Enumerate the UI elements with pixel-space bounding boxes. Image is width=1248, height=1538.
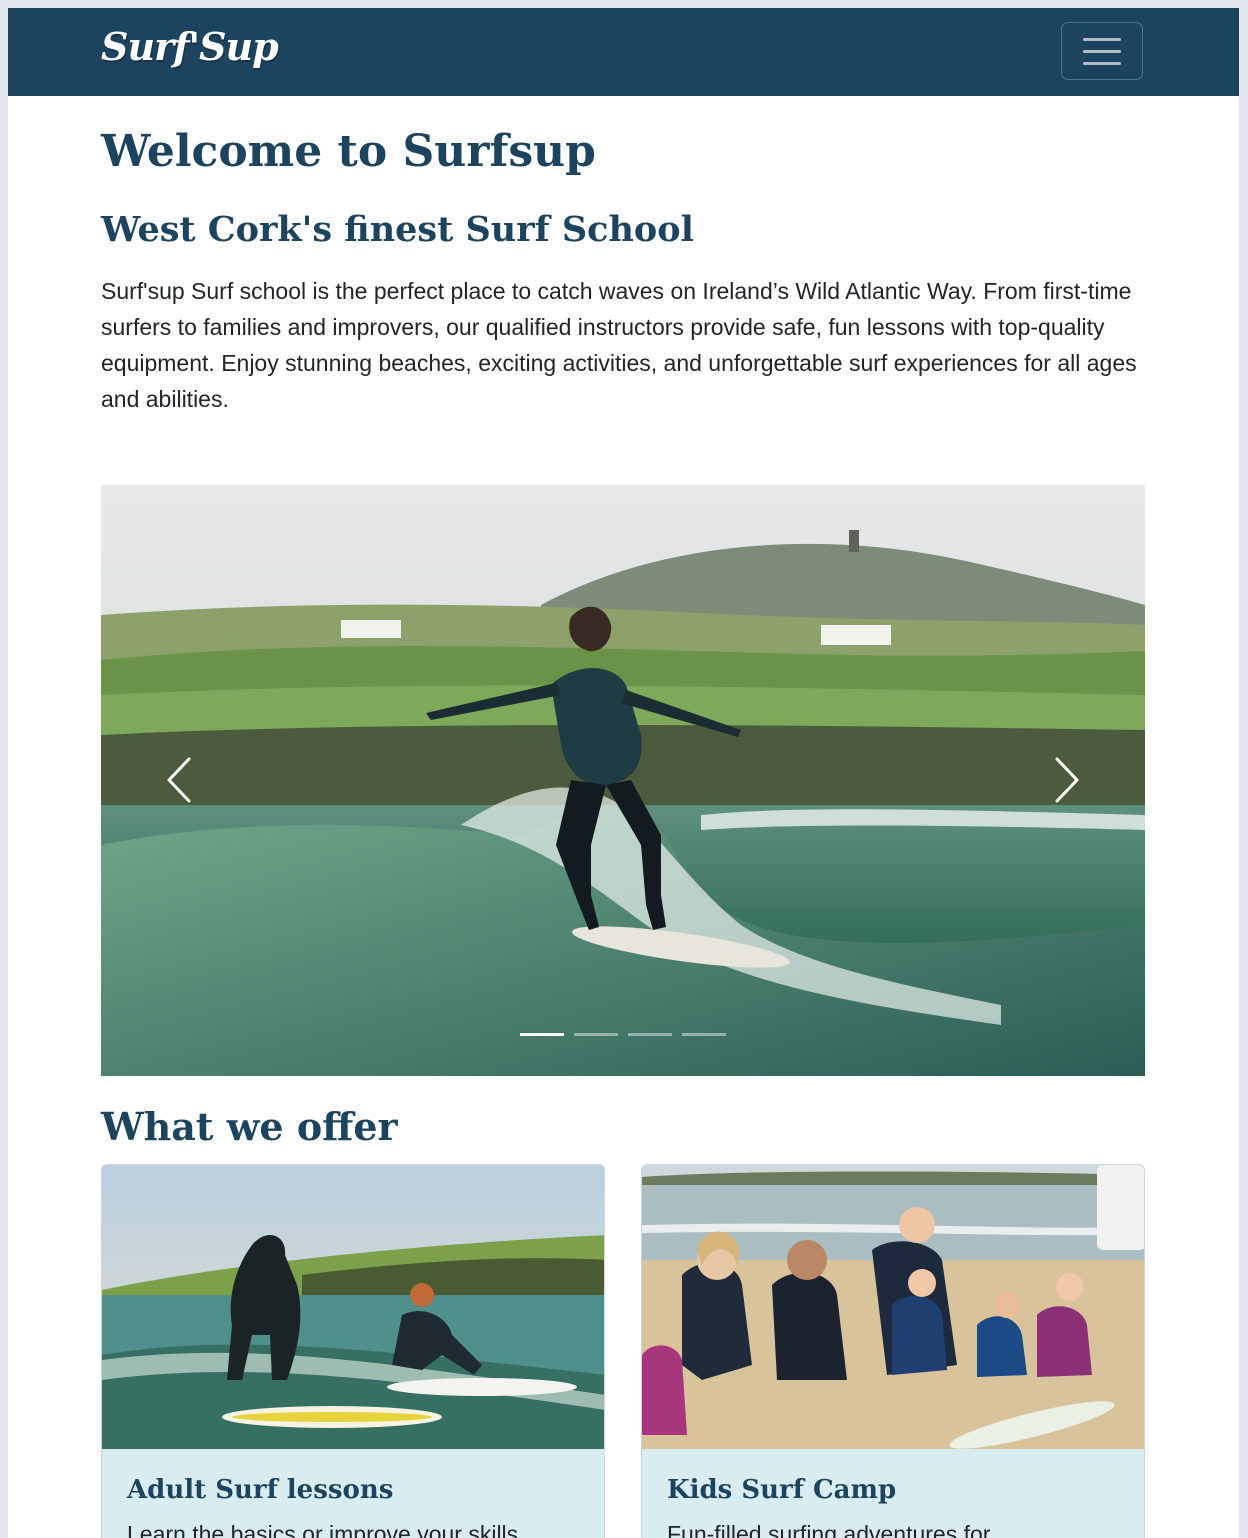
menu-bar [1083, 49, 1121, 53]
page: Surf'Sup Welcome to Surfsup West Cork's … [8, 8, 1239, 1538]
hamburger-menu-icon[interactable] [1061, 22, 1143, 80]
page-title: Welcome to Surfsup [101, 126, 596, 177]
card-title[interactable]: Adult Surf lessons [127, 1475, 393, 1505]
intro-paragraph: Surf'sup Surf school is the perfect plac… [101, 278, 1137, 412]
top-navbar: Surf'Sup [8, 8, 1239, 96]
adult-lessons-image [102, 1165, 604, 1449]
card-title[interactable]: Kids Surf Camp [667, 1475, 896, 1505]
offer-card-kids-camp[interactable]: Kids Surf Camp Fun-filled surfing advent… [641, 1164, 1145, 1538]
card-body: Kids Surf Camp Fun-filled surfing advent… [642, 1449, 1144, 1538]
carousel-indicator-1[interactable] [520, 1033, 564, 1036]
chevron-left-icon [167, 757, 191, 803]
surfer-slide-image [101, 485, 1145, 1076]
carousel-indicator-4[interactable] [682, 1033, 726, 1036]
card-text: Fun-filled surfing adventures for [667, 1521, 991, 1538]
carousel-indicators [520, 1033, 726, 1036]
carousel-prev-button[interactable] [159, 753, 199, 807]
carousel-indicator-3[interactable] [628, 1033, 672, 1036]
menu-bar [1083, 61, 1121, 65]
carousel-next-button[interactable] [1047, 753, 1087, 807]
offer-card-adult-lessons[interactable]: Adult Surf lessons Learn the basics or i… [101, 1164, 605, 1538]
image-carousel[interactable] [101, 485, 1145, 1076]
chevron-right-icon [1055, 757, 1079, 803]
menu-bar [1083, 37, 1121, 41]
carousel-indicator-2[interactable] [574, 1033, 618, 1036]
card-text: Learn the basics or improve your skills [127, 1521, 519, 1538]
brand-logo[interactable]: Surf'Sup [101, 24, 279, 69]
page-subtitle: West Cork's finest Surf School [101, 209, 694, 250]
kids-camp-image [642, 1165, 1144, 1449]
card-body: Adult Surf lessons Learn the basics or i… [102, 1449, 604, 1538]
section-heading-offers: What we offer [101, 1104, 398, 1149]
